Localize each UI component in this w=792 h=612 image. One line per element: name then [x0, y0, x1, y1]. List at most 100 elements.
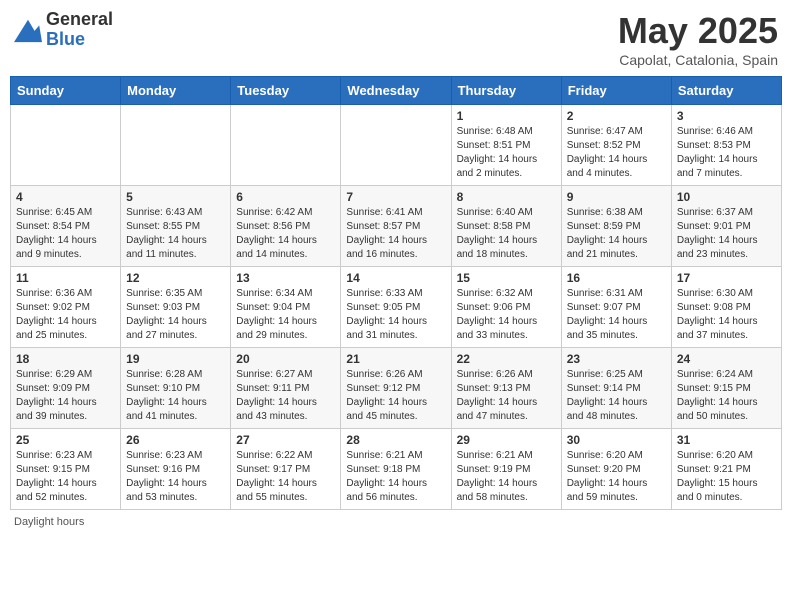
day-number: 19 [126, 352, 225, 366]
day-number: 3 [677, 109, 776, 123]
calendar-week-row: 25 Sunrise: 6:23 AM Sunset: 9:15 PM Dayli… [11, 429, 782, 510]
calendar-day-cell: 25 Sunrise: 6:23 AM Sunset: 9:15 PM Dayli… [11, 429, 121, 510]
day-number: 4 [16, 190, 115, 204]
day-of-week-header: Saturday [671, 77, 781, 105]
day-number: 8 [457, 190, 556, 204]
day-number: 28 [346, 433, 445, 447]
day-of-week-header: Sunday [11, 77, 121, 105]
calendar-day-cell: 20 Sunrise: 6:27 AM Sunset: 9:11 PM Dayli… [231, 348, 341, 429]
calendar-day-cell [341, 105, 451, 186]
footer-note: Daylight hours [10, 516, 782, 528]
day-of-week-header: Friday [561, 77, 671, 105]
day-info: Sunrise: 6:31 AM Sunset: 9:07 PM Dayligh… [567, 287, 666, 343]
calendar-day-cell: 13 Sunrise: 6:34 AM Sunset: 9:04 PM Dayli… [231, 267, 341, 348]
logo: General Blue [14, 10, 113, 50]
day-info: Sunrise: 6:22 AM Sunset: 9:17 PM Dayligh… [236, 449, 335, 505]
day-number: 6 [236, 190, 335, 204]
calendar-day-cell: 22 Sunrise: 6:26 AM Sunset: 9:13 PM Dayli… [451, 348, 561, 429]
day-info: Sunrise: 6:36 AM Sunset: 9:02 PM Dayligh… [16, 287, 115, 343]
day-number: 13 [236, 271, 335, 285]
month-title: May 2025 [618, 10, 778, 52]
daylight-hours-label: Daylight hours [14, 516, 84, 528]
calendar-day-cell [121, 105, 231, 186]
day-number: 17 [677, 271, 776, 285]
calendar-day-cell: 29 Sunrise: 6:21 AM Sunset: 9:19 PM Dayli… [451, 429, 561, 510]
day-info: Sunrise: 6:29 AM Sunset: 9:09 PM Dayligh… [16, 368, 115, 424]
day-info: Sunrise: 6:38 AM Sunset: 8:59 PM Dayligh… [567, 206, 666, 262]
calendar-day-cell [231, 105, 341, 186]
day-number: 11 [16, 271, 115, 285]
day-number: 16 [567, 271, 666, 285]
calendar-day-cell [11, 105, 121, 186]
calendar-week-row: 4Sunrise: 6:45 AM Sunset: 8:54 PM Daylig… [11, 186, 782, 267]
day-info: Sunrise: 6:26 AM Sunset: 9:13 PM Dayligh… [457, 368, 556, 424]
calendar-week-row: 11 Sunrise: 6:36 AM Sunset: 9:02 PM Dayli… [11, 267, 782, 348]
day-info: Sunrise: 6:42 AM Sunset: 8:56 PM Dayligh… [236, 206, 335, 262]
calendar-table: SundayMondayTuesdayWednesdayThursdayFrid… [10, 76, 782, 510]
logo-blue-text: Blue [46, 30, 113, 50]
calendar-day-cell: 16 Sunrise: 6:31 AM Sunset: 9:07 PM Dayli… [561, 267, 671, 348]
calendar-day-cell: 31Sunrise: 6:20 AM Sunset: 9:21 PM Dayli… [671, 429, 781, 510]
calendar-day-cell: 12Sunrise: 6:35 AM Sunset: 9:03 PM Dayli… [121, 267, 231, 348]
day-of-week-header: Wednesday [341, 77, 451, 105]
calendar-day-cell: 1 Sunrise: 6:48 AM Sunset: 8:51 PM Daylig… [451, 105, 561, 186]
header: General Blue May 2025 Capolat, Catalonia… [10, 10, 782, 68]
day-info: Sunrise: 6:28 AM Sunset: 9:10 PM Dayligh… [126, 368, 225, 424]
day-number: 24 [677, 352, 776, 366]
day-number: 5 [126, 190, 225, 204]
day-number: 30 [567, 433, 666, 447]
page-container: General Blue May 2025 Capolat, Catalonia… [10, 10, 782, 528]
day-info: Sunrise: 6:21 AM Sunset: 9:19 PM Dayligh… [457, 449, 556, 505]
day-info: Sunrise: 6:40 AM Sunset: 8:58 PM Dayligh… [457, 206, 556, 262]
day-number: 7 [346, 190, 445, 204]
day-info: Sunrise: 6:37 AM Sunset: 9:01 PM Dayligh… [677, 206, 776, 262]
calendar-day-cell: 18Sunrise: 6:29 AM Sunset: 9:09 PM Dayli… [11, 348, 121, 429]
day-info: Sunrise: 6:33 AM Sunset: 9:05 PM Dayligh… [346, 287, 445, 343]
calendar-day-cell: 21Sunrise: 6:26 AM Sunset: 9:12 PM Dayli… [341, 348, 451, 429]
day-number: 29 [457, 433, 556, 447]
location: Capolat, Catalonia, Spain [618, 52, 778, 68]
calendar-day-cell: 14 Sunrise: 6:33 AM Sunset: 9:05 PM Dayli… [341, 267, 451, 348]
logo-icon [14, 16, 42, 44]
calendar-day-cell: 9Sunrise: 6:38 AM Sunset: 8:59 PM Daylig… [561, 186, 671, 267]
day-number: 25 [16, 433, 115, 447]
logo-general-text: General [46, 10, 113, 30]
day-of-week-header: Monday [121, 77, 231, 105]
day-number: 15 [457, 271, 556, 285]
calendar-day-cell: 3 Sunrise: 6:46 AM Sunset: 8:53 PM Daylig… [671, 105, 781, 186]
day-info: Sunrise: 6:32 AM Sunset: 9:06 PM Dayligh… [457, 287, 556, 343]
calendar-day-cell: 2Sunrise: 6:47 AM Sunset: 8:52 PM Daylig… [561, 105, 671, 186]
calendar-day-cell: 24 Sunrise: 6:24 AM Sunset: 9:15 PM Dayli… [671, 348, 781, 429]
calendar-day-cell: 8 Sunrise: 6:40 AM Sunset: 8:58 PM Daylig… [451, 186, 561, 267]
day-info: Sunrise: 6:34 AM Sunset: 9:04 PM Dayligh… [236, 287, 335, 343]
day-number: 2 [567, 109, 666, 123]
day-of-week-header: Tuesday [231, 77, 341, 105]
calendar-day-cell: 28 Sunrise: 6:21 AM Sunset: 9:18 PM Dayli… [341, 429, 451, 510]
calendar-day-cell: 15 Sunrise: 6:32 AM Sunset: 9:06 PM Dayli… [451, 267, 561, 348]
day-info: Sunrise: 6:21 AM Sunset: 9:18 PM Dayligh… [346, 449, 445, 505]
day-info: Sunrise: 6:48 AM Sunset: 8:51 PM Dayligh… [457, 125, 556, 181]
day-info: Sunrise: 6:23 AM Sunset: 9:16 PM Dayligh… [126, 449, 225, 505]
calendar-week-row: 18Sunrise: 6:29 AM Sunset: 9:09 PM Dayli… [11, 348, 782, 429]
day-info: Sunrise: 6:24 AM Sunset: 9:15 PM Dayligh… [677, 368, 776, 424]
day-info: Sunrise: 6:43 AM Sunset: 8:55 PM Dayligh… [126, 206, 225, 262]
calendar-day-cell: 19 Sunrise: 6:28 AM Sunset: 9:10 PM Dayli… [121, 348, 231, 429]
day-info: Sunrise: 6:46 AM Sunset: 8:53 PM Dayligh… [677, 125, 776, 181]
day-number: 20 [236, 352, 335, 366]
day-number: 14 [346, 271, 445, 285]
day-number: 27 [236, 433, 335, 447]
day-info: Sunrise: 6:27 AM Sunset: 9:11 PM Dayligh… [236, 368, 335, 424]
calendar-day-cell: 4Sunrise: 6:45 AM Sunset: 8:54 PM Daylig… [11, 186, 121, 267]
day-number: 1 [457, 109, 556, 123]
day-info: Sunrise: 6:20 AM Sunset: 9:20 PM Dayligh… [567, 449, 666, 505]
day-number: 22 [457, 352, 556, 366]
calendar-day-cell: 26Sunrise: 6:23 AM Sunset: 9:16 PM Dayli… [121, 429, 231, 510]
day-number: 12 [126, 271, 225, 285]
calendar-day-cell: 27 Sunrise: 6:22 AM Sunset: 9:17 PM Dayli… [231, 429, 341, 510]
day-info: Sunrise: 6:23 AM Sunset: 9:15 PM Dayligh… [16, 449, 115, 505]
calendar-day-cell: 11 Sunrise: 6:36 AM Sunset: 9:02 PM Dayli… [11, 267, 121, 348]
calendar-day-cell: 10Sunrise: 6:37 AM Sunset: 9:01 PM Dayli… [671, 186, 781, 267]
day-number: 23 [567, 352, 666, 366]
day-number: 31 [677, 433, 776, 447]
logo-text: General Blue [46, 10, 113, 50]
